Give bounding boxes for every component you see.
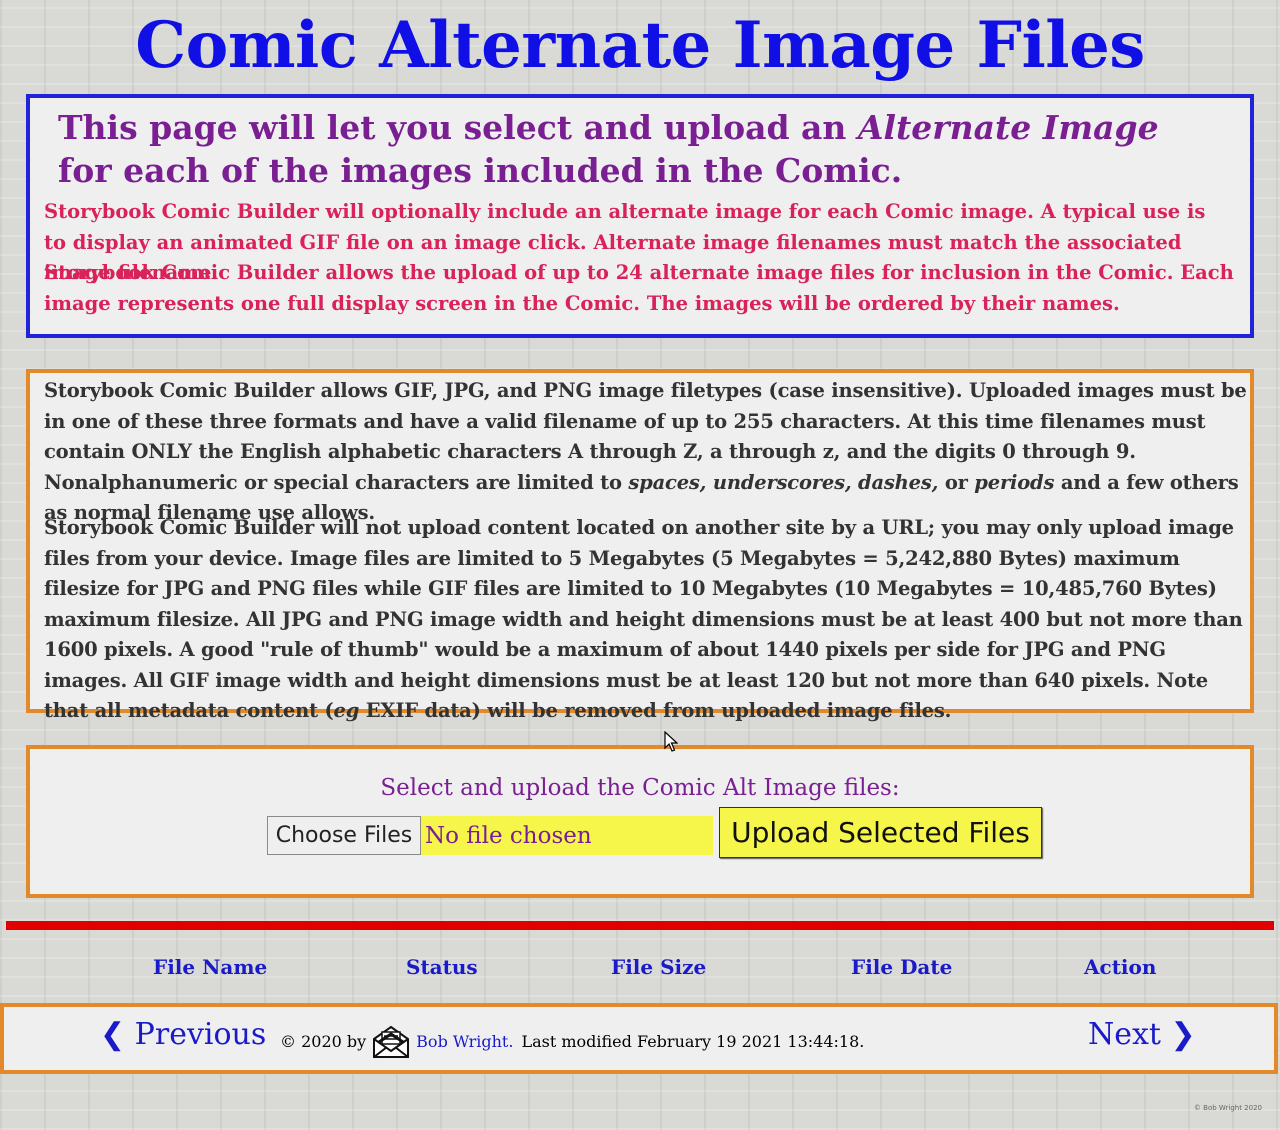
upload-selected-files-button[interactable]: Upload Selected Files [719,807,1042,858]
column-file-name: File Name [153,955,268,979]
watermark: © Bob Wright 2020 [1193,1104,1262,1112]
column-file-date: File Date [851,955,953,979]
copyright-text: © 2020 by [280,1031,367,1051]
file-status-text: No file chosen [421,816,713,855]
author-link[interactable]: Bob Wright. [416,1032,513,1051]
rules-paragraph-filetypes: Storybook Comic Builder allows GIF, JPG,… [44,379,1247,524]
rules-panel: Storybook Comic Builder allows GIF, JPG,… [26,369,1254,722]
file-table-header: File Name Status File Size File Date Act… [0,955,1280,987]
intro-heading: This page will let you select and upload… [58,108,1159,190]
upload-prompt: Select and upload the Comic Alt Image fi… [380,775,900,801]
mouse-cursor-icon [664,731,678,752]
last-modified-text: Last modified February 19 2021 13:44:18. [521,1031,865,1051]
column-file-size: File Size [611,955,707,979]
intro-panel: This page will let you select and upload… [26,94,1254,338]
footer: ❮ Previous © 2020 by Bob Wright. Last mo… [0,1003,1278,1074]
choose-files-button[interactable]: Choose Files [267,816,421,855]
divider-rule [6,921,1274,930]
copyright-line: © 2020 by Bob Wright. Last modified Febr… [280,1023,864,1059]
intro-paragraph-limit: Storybook Comic Builder allows the uploa… [44,261,1234,315]
next-link[interactable]: Next ❯ [1088,1017,1196,1052]
rules-paragraph-limits: Storybook Comic Builder will not upload … [44,516,1243,722]
previous-link[interactable]: ❮ Previous [100,1017,266,1052]
column-action: Action [1084,955,1157,979]
upload-panel: Select and upload the Comic Alt Image fi… [26,745,1254,898]
open-envelope-icon[interactable] [372,1023,410,1059]
file-input[interactable]: Choose Files No file chosen [267,816,713,855]
column-status: Status [406,955,478,979]
